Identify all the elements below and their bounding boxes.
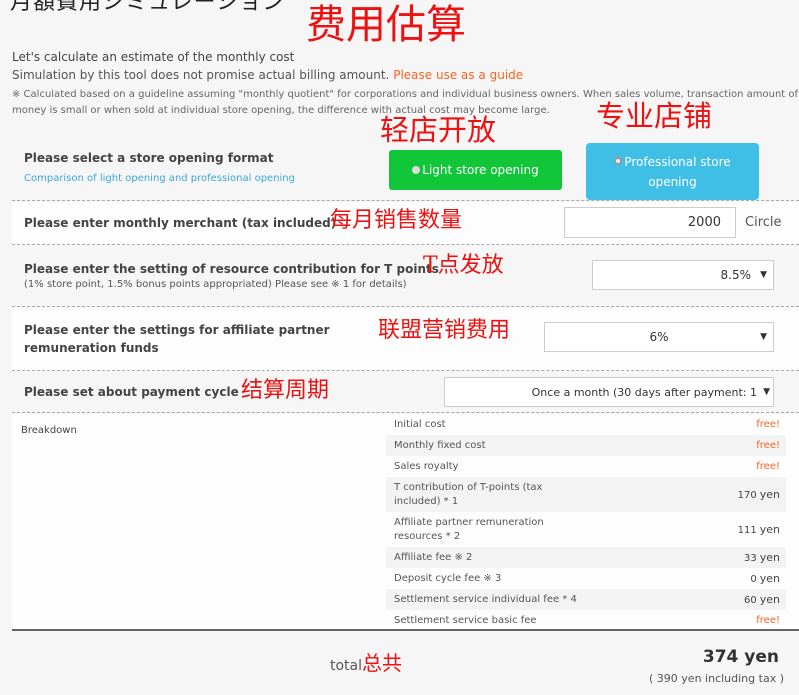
dropdown-arrow-icon: ▼ bbox=[760, 270, 767, 280]
breakdown-row: Sales royalty free! bbox=[386, 456, 786, 477]
breakdown-item-name: Settlement service individual fee * 4 bbox=[394, 593, 577, 605]
unit: yen bbox=[759, 572, 780, 585]
breakdown-title: Breakdown bbox=[21, 425, 77, 436]
light-store-opening-button[interactable]: Light store opening bbox=[389, 150, 562, 190]
unit: yen bbox=[759, 593, 780, 606]
radio-unselected-icon bbox=[412, 166, 421, 174]
payment-cycle-value: Once a month (30 days after payment: 1 bbox=[531, 385, 757, 399]
store-format-label: Please select a store opening format bbox=[24, 151, 274, 165]
tax-prefix: ( bbox=[649, 672, 654, 685]
intro-guide-highlight: Please use as a guide bbox=[393, 68, 524, 82]
annotation-total: 总共 bbox=[362, 651, 403, 675]
breakdown-row: Monthly fixed cost free! bbox=[386, 435, 786, 456]
t-points-value: 8.5% bbox=[720, 268, 752, 282]
annotation-t-points: T点发放 bbox=[423, 253, 504, 278]
breakdown-item-value: free! bbox=[756, 615, 780, 626]
breakdown-row: T contribution of T-points (tax included… bbox=[386, 477, 786, 512]
monthly-merchant-row: Please enter monthly merchant (tax inclu… bbox=[12, 202, 799, 245]
monthly-merchant-label: Please enter monthly merchant (tax inclu… bbox=[24, 216, 337, 230]
dropdown-arrow-icon: ▼ bbox=[760, 332, 767, 342]
professional-store-opening-label: Professional store opening bbox=[624, 155, 731, 189]
page-title: 月額費用シミュレーション bbox=[10, 0, 286, 15]
breakdown-row: Affiliate partner remuneration resources… bbox=[386, 512, 786, 547]
total-label: total总共 bbox=[330, 653, 402, 674]
breakdown-row: Affiliate fee ※ 2 33 yen bbox=[386, 547, 786, 568]
breakdown-item-value: 60 yen bbox=[744, 593, 780, 606]
intro-line2-text: Simulation by this tool does not promise… bbox=[12, 68, 390, 82]
breakdown-item-name: Monthly fixed cost bbox=[394, 439, 486, 451]
breakdown-row: Initial cost free! bbox=[386, 414, 786, 435]
t-points-row: Please enter the setting of resource con… bbox=[12, 246, 799, 307]
t-points-select[interactable]: 8.5% ▼ bbox=[592, 260, 774, 290]
tax-suffix: yen including tax ) bbox=[681, 672, 784, 685]
breakdown-row: Settlement service basic fee free! bbox=[386, 610, 786, 631]
breakdown-item-name: Sales royalty bbox=[394, 460, 459, 472]
breakdown-item-value: 33 yen bbox=[744, 551, 780, 564]
tax-value: 390 bbox=[656, 672, 678, 685]
light-store-opening-label: Light store opening bbox=[422, 163, 539, 177]
radio-selected-icon bbox=[614, 157, 623, 165]
amount: 0 bbox=[750, 574, 757, 585]
annotation-affiliate-marketing: 联盟营销费用 bbox=[378, 318, 511, 343]
breakdown-section: Breakdown Initial cost free! Monthly fix… bbox=[12, 414, 799, 631]
breakdown-row: Deposit cycle fee ※ 3 0 yen bbox=[386, 568, 786, 589]
breakdown-table: Initial cost free! Monthly fixed cost fr… bbox=[386, 414, 786, 631]
breakdown-row: Settlement service individual fee * 4 60… bbox=[386, 589, 786, 610]
store-format-row: Please select a store opening format Com… bbox=[12, 133, 799, 201]
amount: 111 bbox=[737, 525, 757, 536]
breakdown-item-value: free! bbox=[756, 440, 780, 451]
breakdown-item-name: Initial cost bbox=[394, 418, 446, 430]
amount: 60 bbox=[744, 595, 757, 606]
breakdown-item-value: 170 yen bbox=[738, 488, 780, 501]
total-label-text: total bbox=[330, 658, 363, 674]
intro-line2: Simulation by this tool does not promise… bbox=[12, 66, 799, 84]
professional-store-opening-button[interactable]: Professional store opening bbox=[586, 143, 759, 200]
breakdown-item-value: 0 yen bbox=[750, 572, 780, 585]
breakdown-item-name: Deposit cycle fee ※ 3 bbox=[394, 572, 502, 584]
dropdown-arrow-icon: ▼ bbox=[763, 387, 770, 397]
t-points-label: Please enter the setting of resource con… bbox=[24, 262, 439, 276]
unit: yen bbox=[759, 523, 780, 536]
annotation-monthly-sales: 每月销售数量 bbox=[330, 208, 463, 233]
total-section: total总共 374 yen ( 390 yen including tax … bbox=[12, 633, 799, 688]
affiliate-value: 6% bbox=[649, 330, 669, 344]
breakdown-item-name: Affiliate partner remuneration resources… bbox=[394, 516, 544, 542]
payment-cycle-row: Please set about payment cycle 结算周期 Once… bbox=[12, 372, 799, 413]
total-including-tax: ( 390 yen including tax ) bbox=[649, 672, 784, 685]
total-value: 374 yen bbox=[702, 647, 779, 667]
payment-cycle-select[interactable]: Once a month (30 days after payment: 1 ▼ bbox=[444, 377, 774, 407]
t-points-sub: (1% store point, 1.5% bonus points appro… bbox=[24, 279, 407, 290]
amount: 170 bbox=[737, 490, 757, 501]
amount: 33 bbox=[744, 553, 757, 564]
annotation-settlement-cycle: 结算周期 bbox=[241, 378, 330, 403]
monthly-merchant-unit: Circle bbox=[745, 215, 782, 230]
breakdown-item-name: T contribution of T-points (tax included… bbox=[394, 481, 543, 507]
comparison-link[interactable]: Comparison of light opening and professi… bbox=[24, 173, 295, 184]
affiliate-row: Please enter the settings for affiliate … bbox=[12, 308, 799, 371]
unit: yen bbox=[759, 488, 780, 501]
breakdown-item-name: Settlement service basic fee bbox=[394, 614, 537, 626]
breakdown-item-value: free! bbox=[756, 461, 780, 472]
payment-cycle-label: Please set about payment cycle bbox=[24, 385, 239, 399]
breakdown-item-value: free! bbox=[756, 419, 780, 430]
intro-line1: Let's calculate an estimate of the month… bbox=[12, 50, 295, 64]
breakdown-item-value: 111 yen bbox=[738, 523, 780, 536]
annotation-cost-estimate: 费用估算 bbox=[306, 2, 466, 48]
monthly-merchant-input[interactable]: 2000 bbox=[564, 207, 736, 238]
affiliate-select[interactable]: 6% ▼ bbox=[544, 322, 774, 352]
breakdown-item-name: Affiliate fee ※ 2 bbox=[394, 551, 473, 563]
annotation-pro-store: 专业店铺 bbox=[596, 99, 713, 133]
affiliate-label: Please enter the settings for affiliate … bbox=[24, 323, 330, 355]
unit: yen bbox=[759, 551, 780, 564]
